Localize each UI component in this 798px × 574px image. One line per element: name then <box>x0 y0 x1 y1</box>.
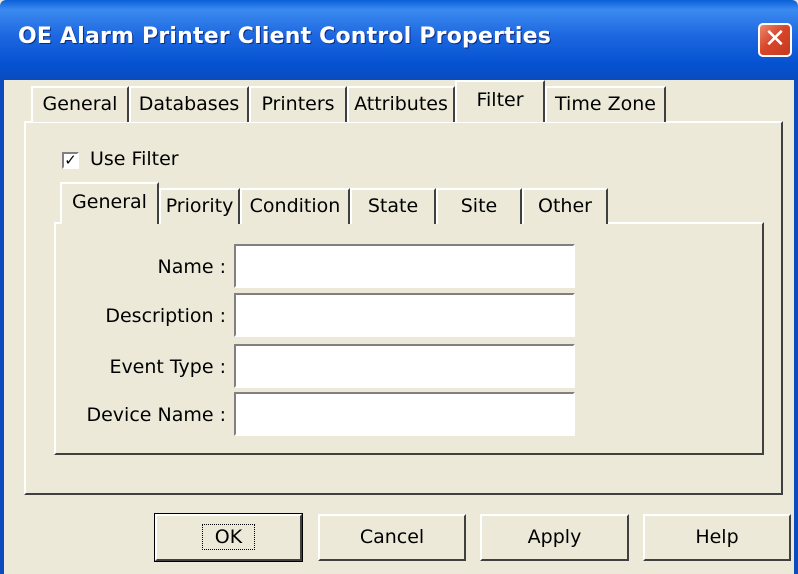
close-button[interactable]: ✕ <box>758 23 792 57</box>
close-icon: ✕ <box>764 24 786 54</box>
window-frame-right <box>794 80 798 574</box>
window-title: OE Alarm Printer Client Control Properti… <box>18 24 552 49</box>
tab-general[interactable]: General <box>31 86 129 122</box>
name-label: Name : <box>157 256 227 278</box>
check-mark-icon: ✓ <box>64 151 77 169</box>
event-type-label: Event Type : <box>109 356 226 378</box>
subtab-general[interactable]: General <box>60 182 159 224</box>
tab-databases[interactable]: Databases <box>129 86 249 122</box>
subtab-priority[interactable]: Priority <box>159 188 240 224</box>
use-filter-checkbox[interactable]: ✓ <box>62 152 79 169</box>
tab-printers[interactable]: Printers <box>249 86 347 122</box>
help-button[interactable]: Help <box>643 514 791 561</box>
description-label: Description : <box>105 305 226 327</box>
subtab-state-label: State <box>367 195 419 217</box>
subtab-other[interactable]: Other <box>522 188 608 224</box>
event-type-field[interactable] <box>234 344 575 388</box>
subtab-priority-label: Priority <box>165 195 234 217</box>
help-button-label: Help <box>695 526 739 548</box>
subtab-state[interactable]: State <box>350 188 436 224</box>
apply-button-label: Apply <box>527 526 582 548</box>
device-name-label: Device Name : <box>86 404 226 426</box>
cancel-button-label: Cancel <box>359 526 425 548</box>
subtab-site[interactable]: Site <box>436 188 522 224</box>
tab-time-zone-label: Time Zone <box>555 93 656 115</box>
cancel-button[interactable]: Cancel <box>318 514 466 561</box>
ok-button[interactable]: OK <box>154 513 303 562</box>
description-field[interactable] <box>234 293 575 337</box>
title-bar: OE Alarm Printer Client Control Properti… <box>0 0 798 80</box>
name-field[interactable] <box>234 244 575 288</box>
tab-general-label: General <box>42 93 118 115</box>
subtab-condition[interactable]: Condition <box>240 188 350 224</box>
tab-attributes-label: Attributes <box>354 93 448 115</box>
tab-time-zone[interactable]: Time Zone <box>545 86 666 122</box>
subtab-other-label: Other <box>538 195 592 217</box>
use-filter-label: Use Filter <box>90 148 179 170</box>
tab-databases-label: Databases <box>138 93 240 115</box>
apply-button[interactable]: Apply <box>480 514 629 561</box>
ok-button-label: OK <box>201 524 256 550</box>
tab-printers-label: Printers <box>261 93 335 115</box>
tab-filter[interactable]: Filter <box>455 80 545 122</box>
window-frame-left <box>0 80 4 574</box>
tab-attributes[interactable]: Attributes <box>347 86 455 122</box>
subtab-condition-label: Condition <box>249 195 341 217</box>
subtab-site-label: Site <box>460 195 498 217</box>
subtab-general-label: General <box>72 191 147 213</box>
device-name-field[interactable] <box>234 392 575 436</box>
tab-filter-label: Filter <box>476 89 524 111</box>
